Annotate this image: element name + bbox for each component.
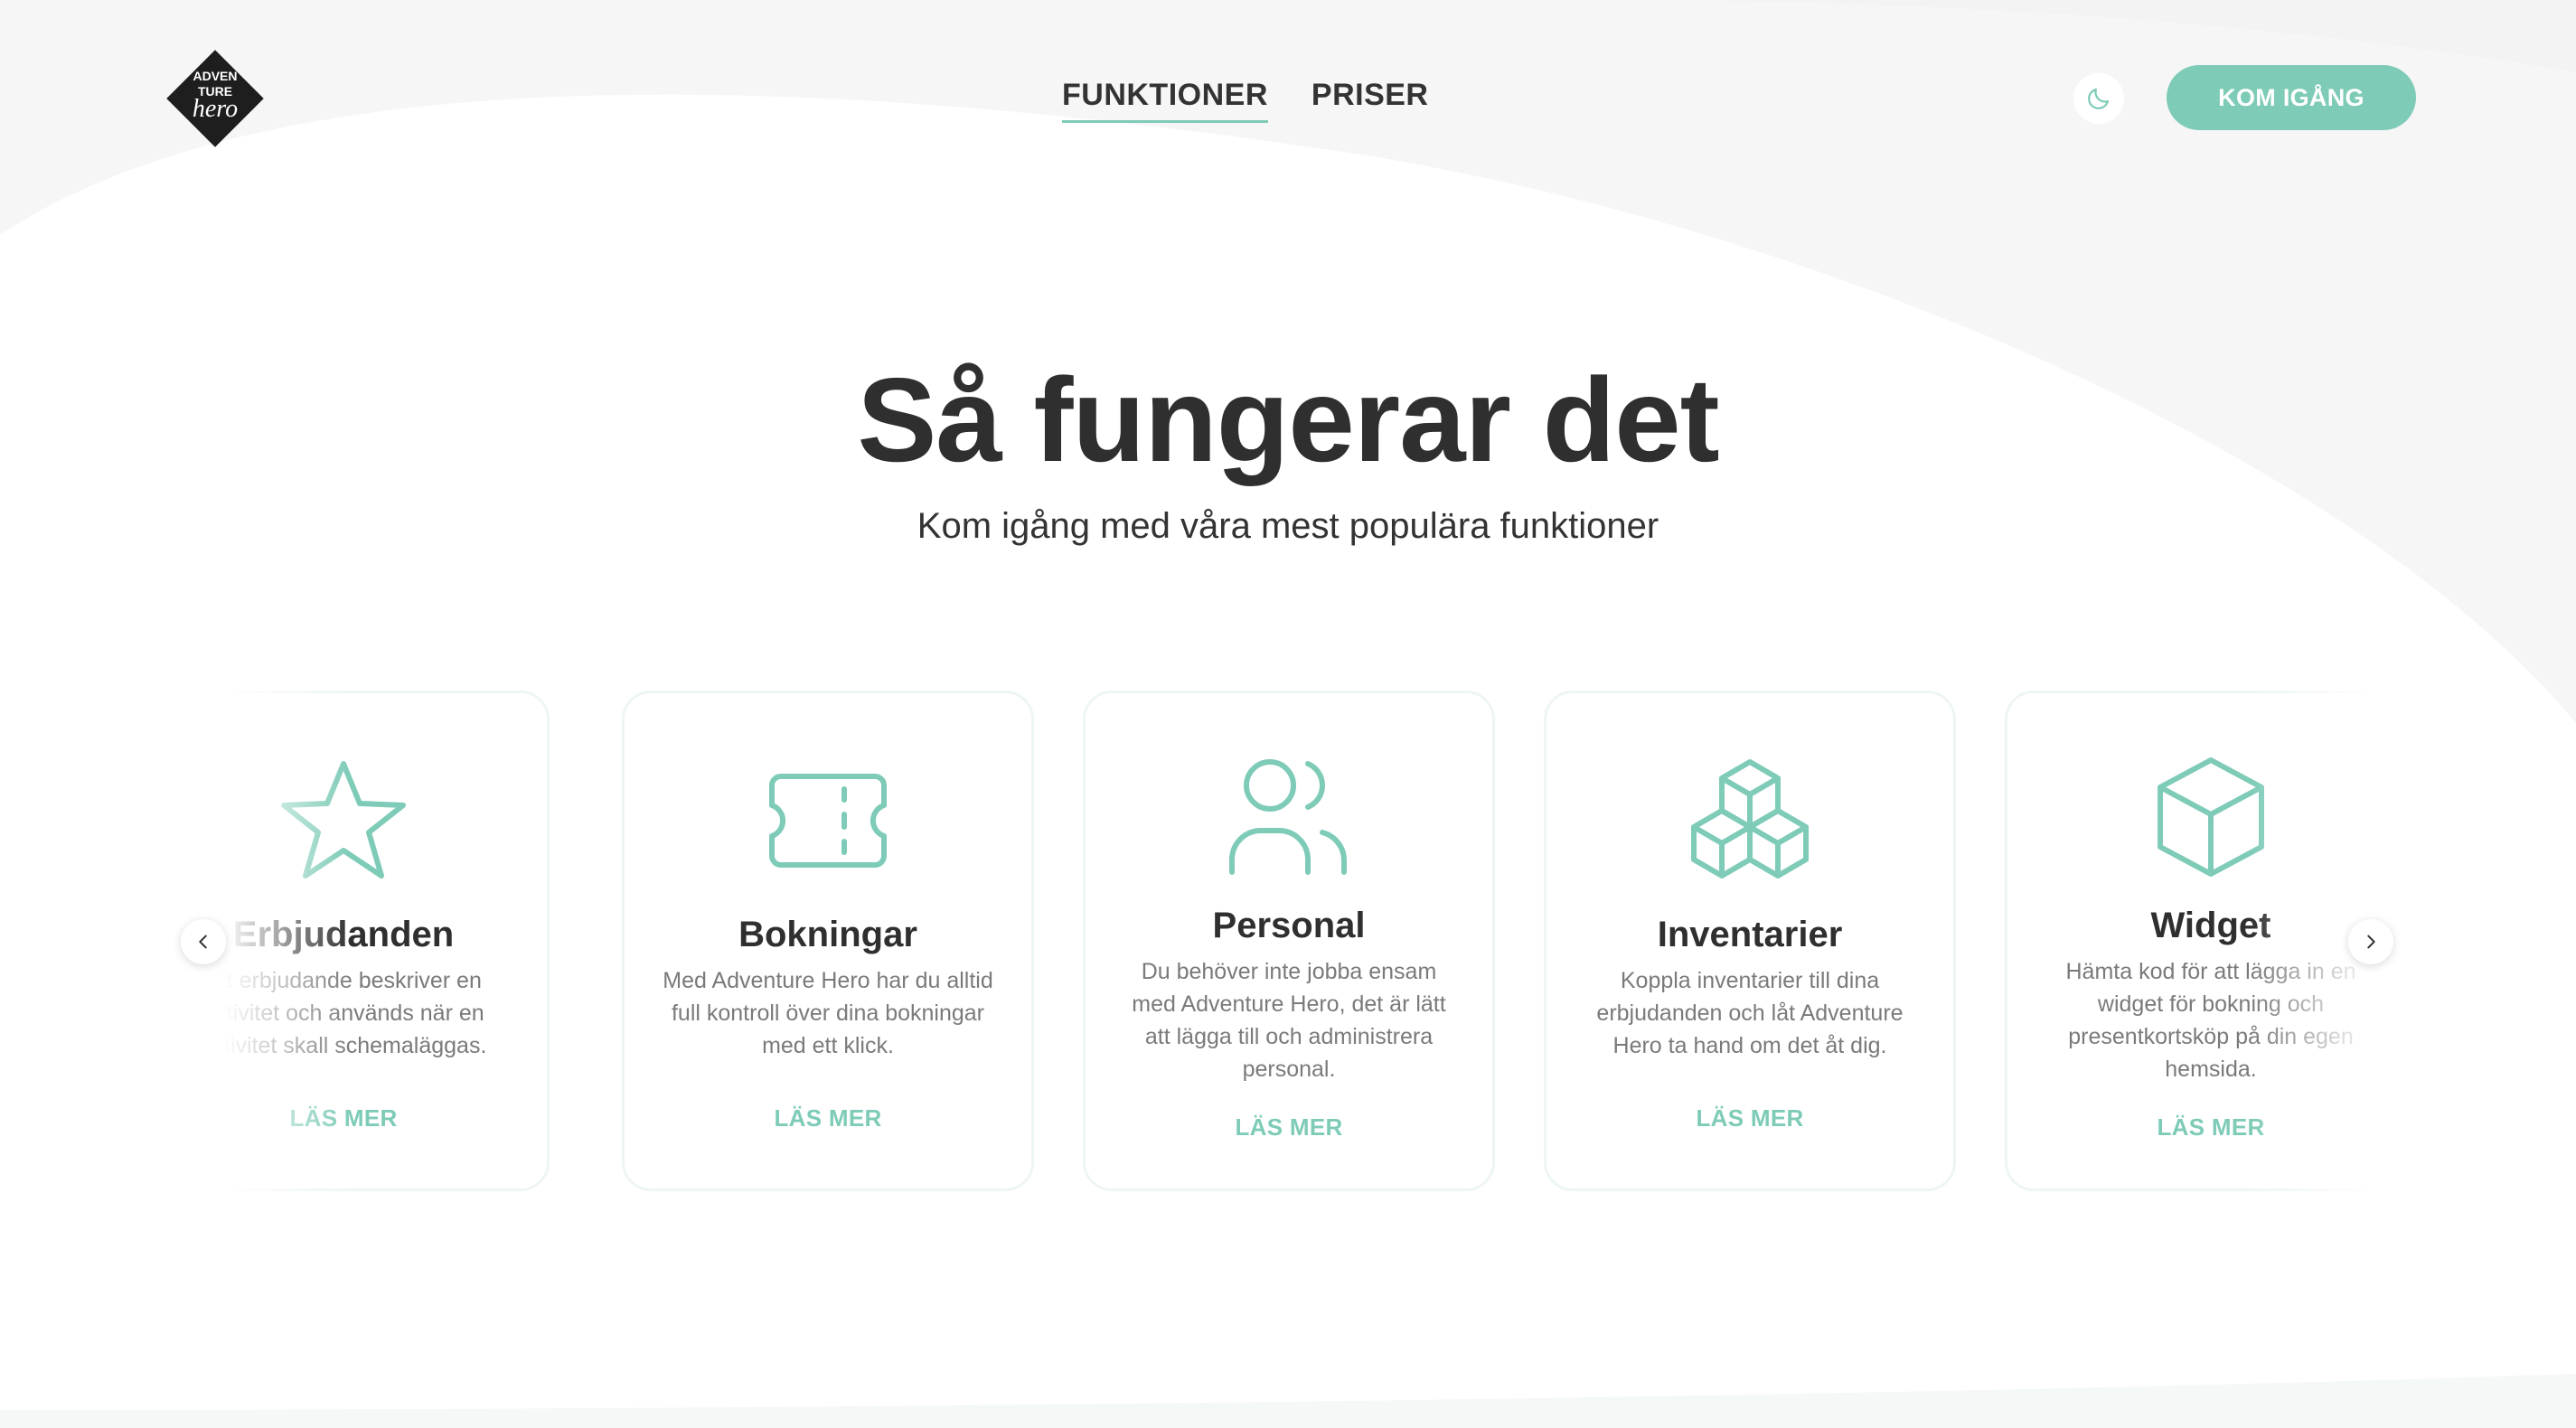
page-subtitle: Kom igång med våra mest populära funktio…	[917, 506, 1659, 546]
read-more-link[interactable]: LÄS MER	[224, 1104, 547, 1132]
feature-card-erbjudanden: Erbjudanden Ett erbjudande beskriver en …	[224, 691, 550, 1191]
cube-icon	[2158, 757, 2264, 877]
page-title: Så fungerar det	[857, 353, 1719, 486]
read-more-link[interactable]: LÄS MER	[1547, 1104, 1953, 1132]
carousel-prev-button[interactable]	[181, 919, 226, 964]
users-icon	[1229, 759, 1347, 875]
logo[interactable]: ADVEN TURE hero	[163, 46, 268, 151]
get-started-button[interactable]: KOM IGÅNG	[2167, 65, 2416, 130]
card-description: Hämta kod för att lägga in en widget för…	[2065, 959, 2356, 1082]
card-title: Widget	[2150, 906, 2271, 945]
card-description: Du behöver inte jobba ensam med Adventur…	[1132, 959, 1446, 1082]
read-more-link[interactable]: LÄS MER	[2007, 1113, 2375, 1141]
feature-card-widget: Widget Hämta kod för att lägga in en wid…	[2005, 691, 2375, 1191]
logo-mark: ADVEN TURE hero	[166, 50, 264, 147]
moon-icon	[2088, 88, 2110, 109]
nav-funktioner[interactable]: FUNKTIONER	[1062, 78, 1268, 123]
svg-text:hero: hero	[193, 95, 238, 123]
chevron-left-icon	[199, 935, 207, 949]
boxes-icon	[1691, 759, 1809, 878]
card-description: Ett erbjudande beskriver en aktivitet oc…	[224, 968, 487, 1058]
read-more-link[interactable]: LÄS MER	[625, 1104, 1031, 1132]
feature-card-inventarier: Inventarier Koppla inventarier till dina…	[1544, 691, 1956, 1191]
card-title: Inventarier	[1657, 915, 1843, 954]
card-title: Erbjudanden	[232, 915, 455, 954]
card-title: Personal	[1212, 906, 1366, 945]
card-description: Koppla inventarier till dina erbjudanden…	[1596, 968, 1904, 1058]
card-title: Bokningar	[738, 915, 917, 954]
nav-priser[interactable]: PRISER	[1312, 78, 1429, 123]
feature-card-bokningar: Bokningar Med Adventure Hero har du allt…	[622, 691, 1034, 1191]
main-nav: FUNKTIONER PRISER	[1062, 78, 1428, 123]
feature-carousel: Erbjudanden Ett erbjudande beskriver en …	[224, 689, 2375, 1195]
card-description: Med Adventure Hero har du alltid full ko…	[663, 968, 993, 1058]
svg-text:ADVEN: ADVEN	[193, 69, 237, 83]
theme-toggle-button[interactable]	[2073, 73, 2124, 124]
ticket-icon	[769, 774, 887, 868]
carousel-next-button[interactable]	[2348, 919, 2393, 964]
feature-card-personal: Personal Du behöver inte jobba ensam med…	[1083, 691, 1495, 1191]
read-more-link[interactable]: LÄS MER	[1086, 1113, 1492, 1141]
chevron-right-icon	[2367, 935, 2375, 949]
star-icon	[281, 761, 406, 878]
